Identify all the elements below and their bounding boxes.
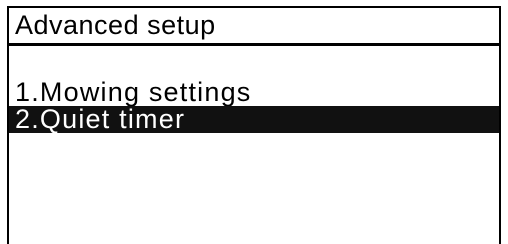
- lcd-screen: Advanced setup 1.Mowing settings 2.Quiet…: [7, 6, 501, 244]
- page-title: Advanced setup: [15, 10, 216, 40]
- menu-list: 1.Mowing settings 2.Quiet timer: [9, 79, 499, 133]
- title-divider: [9, 43, 499, 46]
- menu-item-mowing-settings[interactable]: 1.Mowing settings: [9, 79, 499, 106]
- menu-item-quiet-timer[interactable]: 2.Quiet timer: [9, 106, 499, 133]
